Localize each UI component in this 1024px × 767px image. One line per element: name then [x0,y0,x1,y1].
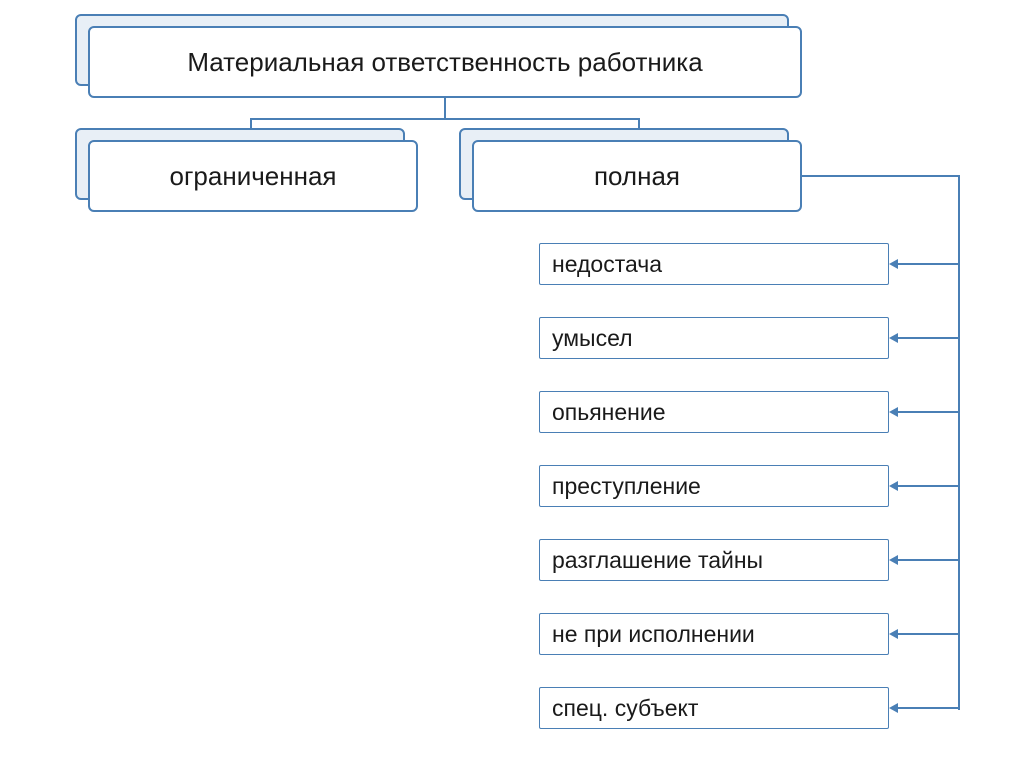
arrow-head-0 [889,259,898,269]
root-label: Материальная ответственность работника [187,47,702,78]
arrow-head-3 [889,481,898,491]
arrow-head-1 [889,333,898,343]
detail-label-5: не при исполнении [552,621,755,648]
detail-label-2: опьянение [552,399,666,426]
vertical-bus [958,176,960,710]
detail-box-5: не при исполнении [539,613,889,655]
detail-label-1: умысел [552,325,633,352]
right-branch-label: полная [594,161,680,192]
arrow-line-4 [898,559,958,561]
detail-label-3: преступление [552,473,701,500]
arrow-line-3 [898,485,958,487]
detail-box-3: преступление [539,465,889,507]
detail-label-0: недостача [552,251,662,278]
arrow-line-2 [898,411,958,413]
detail-box-1: умысел [539,317,889,359]
arrow-head-5 [889,629,898,639]
detail-box-2: опьянение [539,391,889,433]
detail-box-6: спец. субъект [539,687,889,729]
detail-label-6: спец. субъект [552,695,698,722]
root-node: Материальная ответственность работника [88,26,802,98]
arrow-line-5 [898,633,958,635]
connector-horizontal [250,118,640,120]
right-branch-node: полная [472,140,802,212]
arrow-line-1 [898,337,958,339]
connector-branch-to-bus [802,175,960,177]
arrow-head-6 [889,703,898,713]
arrow-line-0 [898,263,958,265]
hierarchy-diagram: Материальная ответственность работника о… [0,0,1024,767]
detail-box-0: недостача [539,243,889,285]
arrow-line-6 [898,707,958,709]
left-branch-node: ограниченная [88,140,418,212]
detail-label-4: разглашение тайны [552,547,763,574]
connector-root-down [444,98,446,120]
left-branch-label: ограниченная [169,161,336,192]
arrow-head-4 [889,555,898,565]
detail-box-4: разглашение тайны [539,539,889,581]
arrow-head-2 [889,407,898,417]
